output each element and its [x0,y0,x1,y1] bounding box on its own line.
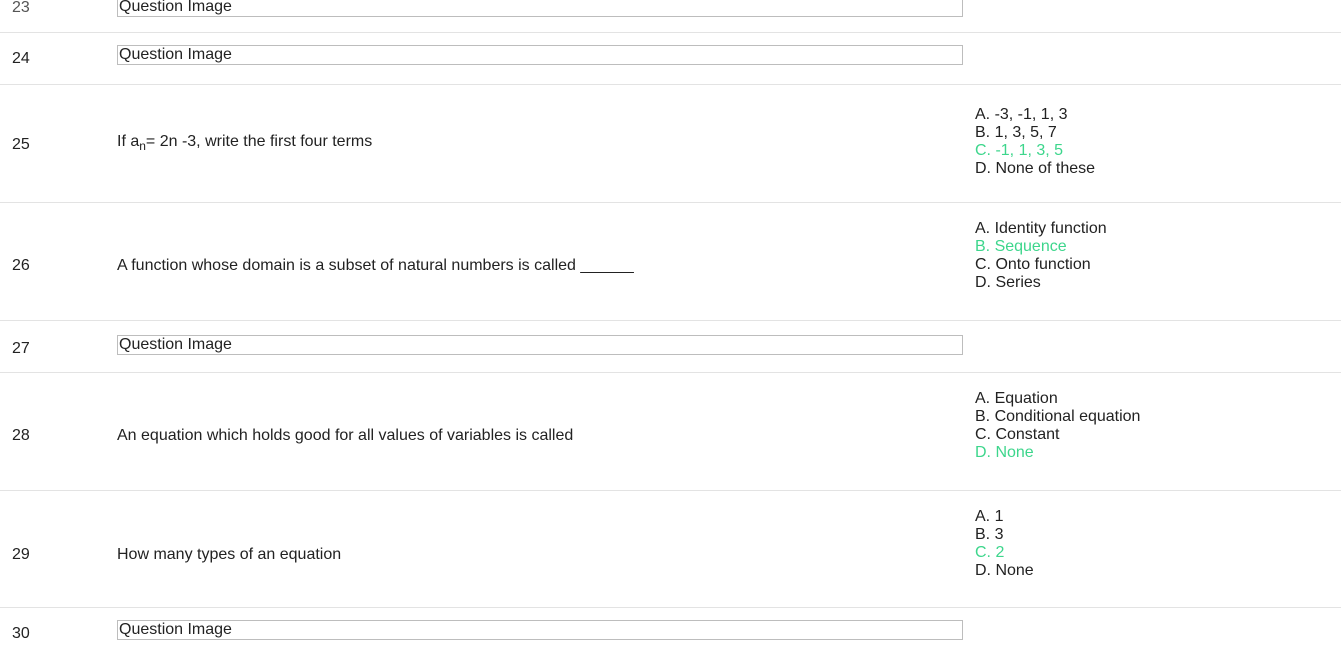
question-image[interactable]: Question Image [117,335,963,355]
option-c: C. Onto function [975,256,1091,273]
option-d: D. Series [975,274,1041,291]
table-row: 28 An equation which holds good for all … [0,373,1341,491]
question-number: 25 [12,136,30,153]
question-number: 29 [12,546,30,563]
question-number: 24 [12,50,30,67]
table-row: 29 How many types of an equation A. 1 B.… [0,491,1341,608]
question-image[interactable]: Question Image [117,620,963,640]
answer-options: A. Equation B. Conditional equation C. C… [975,390,1140,462]
option-d: D. None of these [975,160,1096,177]
option-b: B. Conditional equation [975,408,1141,425]
option-c: C. Constant [975,426,1060,443]
answer-options: A. 1 B. 3 C. 2 D. None [975,508,1034,580]
option-d: D. None [975,562,1034,579]
answer-options: A. Identity function B. Sequence C. Onto… [975,220,1107,292]
question-number: 26 [12,257,30,274]
question-number: 30 [12,625,30,642]
question-text: How many types of an equation [117,546,342,563]
option-d-correct: D. None [975,444,1034,461]
option-b-correct: B. Sequence [975,238,1067,255]
question-image[interactable]: Question Image [117,45,963,65]
option-b: B. 1, 3, 5, 7 [975,124,1057,141]
option-a: A. 1 [975,508,1004,525]
option-b: B. 3 [975,526,1004,543]
question-text-prefix: If a [117,133,140,150]
table-row: 24 Question Image [0,33,1341,85]
questions-table: 23 Question Image 24 Question Image 25 I… [0,0,1341,658]
question-number: 23 [12,0,30,16]
answer-options: A. -3, -1, 1, 3 B. 1, 3, 5, 7 C. -1, 1, … [975,106,1095,178]
table-row: 27 Question Image [0,321,1341,373]
table-row: 30 Question Image [0,608,1341,658]
question-text: If an= 2n -3, write the first four terms [117,133,372,153]
question-text-suffix: = 2n -3, write the first four terms [145,133,373,150]
option-a: A. Identity function [975,220,1107,237]
option-c-correct: C. -1, 1, 3, 5 [975,142,1064,159]
option-a: A. -3, -1, 1, 3 [975,106,1068,123]
question-image[interactable]: Question Image [117,0,963,17]
option-c-correct: C. 2 [975,544,1005,561]
question-text: A function whose domain is a subset of n… [117,257,634,274]
question-number: 28 [12,427,30,444]
question-text: An equation which holds good for all val… [117,427,574,444]
question-number: 27 [12,340,30,357]
table-row: 23 Question Image [0,0,1341,33]
table-row: 26 A function whose domain is a subset o… [0,203,1341,321]
table-row: 25 If an= 2n -3, write the first four te… [0,85,1341,203]
subscript-n: n [139,139,146,153]
option-a: A. Equation [975,390,1058,407]
